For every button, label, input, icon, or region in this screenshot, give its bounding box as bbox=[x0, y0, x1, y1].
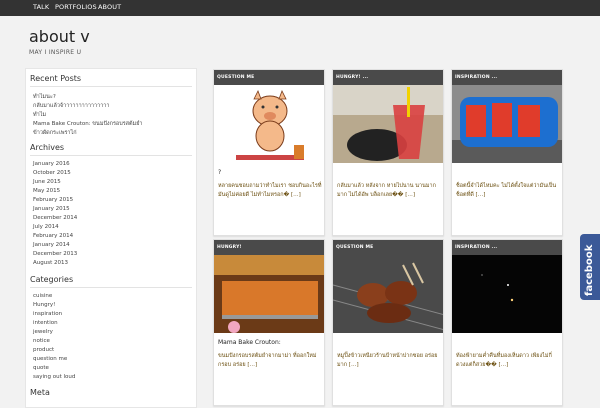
grilled-pork-photo-image bbox=[333, 255, 443, 333]
recent-post-link[interactable]: Mama Bake Crouton: ขนมปังกรอบรสต้มยำ bbox=[33, 120, 143, 128]
category-link[interactable]: quote bbox=[33, 365, 49, 371]
facebook-label: facebook bbox=[584, 244, 595, 296]
archive-link[interactable]: October 2015 bbox=[33, 170, 71, 176]
post-category[interactable]: QUESTION ME bbox=[333, 240, 443, 255]
post-excerpt: ท้องฟ้ายามค่ำคืนที่มองเห็นดาว เพียงไม่กี… bbox=[456, 353, 552, 368]
graffiti-photo-image bbox=[452, 85, 562, 163]
widget-title-meta: Meta bbox=[30, 388, 50, 397]
archive-link[interactable]: February 2015 bbox=[33, 197, 73, 203]
archive-link[interactable]: December 2014 bbox=[33, 215, 77, 221]
category-link[interactable]: Hungry! bbox=[33, 302, 55, 308]
drink-photo-image bbox=[333, 85, 443, 163]
post-card[interactable]: QUESTION ME ? หลายคนชอบถามว่าทำไมเรา ชอบ… bbox=[213, 69, 325, 236]
top-nav: TALK PORTFOLIOS ABOUT bbox=[0, 0, 600, 16]
post-category[interactable]: HUNGRY! ... bbox=[333, 70, 443, 85]
post-thumbnail[interactable] bbox=[452, 255, 562, 333]
archive-link[interactable]: February 2014 bbox=[33, 233, 73, 239]
post-category[interactable]: INSPIRATION ... bbox=[452, 70, 562, 85]
post-category[interactable]: QUESTION ME bbox=[214, 70, 324, 85]
post-thumbnail[interactable] bbox=[333, 255, 443, 333]
nav-item-portfolios[interactable]: PORTFOLIOS bbox=[55, 3, 97, 11]
post-card[interactable]: INSPIRATION ... ช็อตนี้จำได้ไหมคะ ไม่ได้… bbox=[451, 69, 563, 236]
category-link[interactable]: notice bbox=[33, 338, 50, 344]
archive-link[interactable]: December 2013 bbox=[33, 251, 77, 257]
site-title[interactable]: about v bbox=[29, 27, 90, 46]
post-excerpt: หมูปิ้งข้าวเหนียวร้านป้าหน้าปากซอย อร่อย… bbox=[337, 353, 438, 368]
category-link[interactable]: product bbox=[33, 347, 54, 353]
recent-post-link[interactable]: ข้าวผัดกระเพราไก่ bbox=[33, 129, 77, 137]
nav-item-talk[interactable]: TALK bbox=[33, 3, 49, 11]
archive-link[interactable]: June 2015 bbox=[33, 179, 61, 185]
post-excerpt: ช็อตนี้จำได้ไหมคะ ไม่ได้ตั้งใจแต่ว่ามันเ… bbox=[456, 183, 557, 198]
category-link[interactable]: intention bbox=[33, 320, 58, 326]
post-thumbnail[interactable] bbox=[333, 85, 443, 163]
post-excerpt: ขนมปังกรอบรสต้มยำจากมาม่า ที่ออกใหม่ กรอ… bbox=[218, 353, 317, 368]
post-thumbnail[interactable] bbox=[214, 255, 324, 333]
oven-photo-image bbox=[214, 255, 324, 333]
post-excerpt: หลายคนชอบถามว่าทำไมเรา ชอบกินอะไรที่มันด… bbox=[218, 183, 322, 198]
post-title[interactable]: Mama Bake Crouton: bbox=[218, 339, 281, 346]
post-excerpt: กลับมาแล้ว หลังจาก หายไปนาน นานมาก มาก ไ… bbox=[337, 183, 436, 198]
divider bbox=[30, 287, 192, 288]
post-card[interactable]: QUESTION ME หมูปิ้งข้าวเหนียวร้านป้าหน้า… bbox=[332, 239, 444, 406]
post-thumbnail[interactable] bbox=[452, 85, 562, 163]
post-thumbnail[interactable] bbox=[214, 85, 324, 163]
archive-link[interactable]: January 2015 bbox=[33, 206, 70, 212]
divider bbox=[30, 155, 192, 156]
post-category[interactable]: INSPIRATION ... bbox=[452, 240, 562, 255]
post-card[interactable]: HUNGRY! ... กลับมาแล้ว หลังจาก หายไปนาน … bbox=[332, 69, 444, 236]
pig-cartoon-image bbox=[214, 85, 324, 163]
archive-link[interactable]: January 2014 bbox=[33, 242, 70, 248]
category-link[interactable]: jewelry bbox=[33, 329, 53, 335]
widget-title-recent-posts: Recent Posts bbox=[30, 74, 82, 83]
category-link[interactable]: inspiration bbox=[33, 311, 62, 317]
recent-post-link[interactable]: ทำไมนะ? bbox=[33, 93, 56, 101]
archive-link[interactable]: July 2014 bbox=[33, 224, 59, 230]
archive-link[interactable]: August 2013 bbox=[33, 260, 68, 266]
recent-post-link[interactable]: ทำไม bbox=[33, 111, 46, 119]
category-link[interactable]: saying out loud bbox=[33, 374, 75, 380]
category-link[interactable]: question me bbox=[33, 356, 67, 362]
widget-title-archives: Archives bbox=[30, 143, 65, 152]
facebook-tab[interactable]: facebook bbox=[580, 234, 600, 300]
post-title[interactable]: ? bbox=[218, 169, 221, 176]
post-category[interactable]: HUNGRY! bbox=[214, 240, 324, 255]
recent-post-link[interactable]: กลับมาแล้วจ้าาาาาาาาาาาาาาา bbox=[33, 102, 109, 110]
sidebar: Recent Posts ทำไมนะ? กลับมาแล้วจ้าาาาาาา… bbox=[25, 68, 197, 408]
post-card[interactable]: HUNGRY! Mama Bake Crouton: ขนมปังกรอบรสต… bbox=[213, 239, 325, 406]
archive-link[interactable]: January 2016 bbox=[33, 161, 70, 167]
night-sky-photo-image bbox=[452, 255, 562, 333]
post-card[interactable]: INSPIRATION ... ท้องฟ้ายามค่ำคืนที่มองเห… bbox=[451, 239, 563, 406]
divider bbox=[30, 86, 192, 87]
category-link[interactable]: cuisine bbox=[33, 293, 52, 299]
nav-item-about[interactable]: ABOUT bbox=[98, 3, 121, 11]
archive-link[interactable]: May 2015 bbox=[33, 188, 60, 194]
widget-title-categories: Categories bbox=[30, 275, 74, 284]
site-tagline: MAY I INSPIRE U bbox=[29, 49, 82, 56]
